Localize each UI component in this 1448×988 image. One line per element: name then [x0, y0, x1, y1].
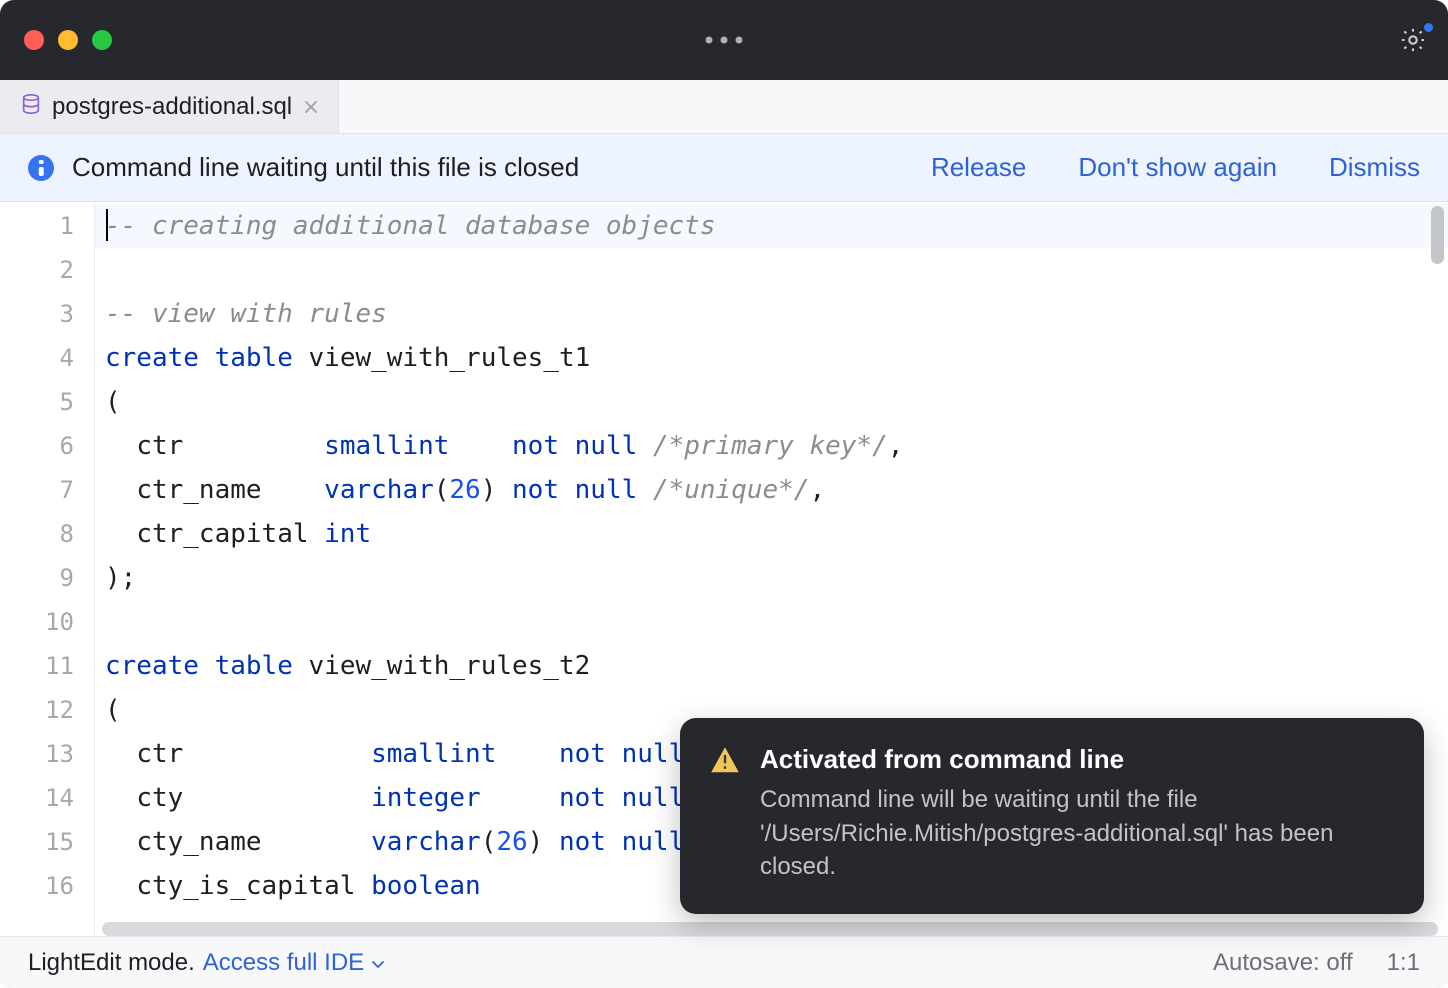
cursor-position[interactable]: 1:1: [1387, 949, 1420, 977]
code-line[interactable]: ctr smallint not null /*primary key*/,: [95, 424, 1448, 468]
line-number: 3: [0, 292, 94, 336]
line-number: 15: [0, 820, 94, 864]
tab-bar: postgres-additional.sql: [0, 80, 1448, 134]
settings-update-badge: [1422, 21, 1435, 34]
line-number: 11: [0, 644, 94, 688]
line-number: 7: [0, 468, 94, 512]
code-line[interactable]: -- creating additional database objects: [95, 204, 1448, 248]
banner-dismiss-link[interactable]: Dismiss: [1329, 152, 1420, 183]
toast-body: Command line will be waiting until the f…: [760, 783, 1394, 884]
warning-icon: [710, 746, 740, 772]
lightedit-mode-label: LightEdit mode.: [28, 949, 195, 977]
line-number: 1: [0, 204, 94, 248]
vertical-scrollbar[interactable]: [1431, 206, 1444, 264]
status-bar: LightEdit mode. Access full IDE Autosave…: [0, 936, 1448, 988]
close-window-button[interactable]: [24, 30, 44, 50]
code-line[interactable]: create table view_with_rules_t1: [95, 336, 1448, 380]
database-file-icon: [20, 92, 42, 121]
text-cursor: [106, 209, 108, 241]
code-line[interactable]: -- view with rules: [95, 292, 1448, 336]
banner-message: Command line waiting until this file is …: [72, 152, 579, 183]
autosave-status[interactable]: Autosave: off: [1213, 949, 1353, 977]
line-number: 12: [0, 688, 94, 732]
file-tab[interactable]: postgres-additional.sql: [0, 80, 339, 133]
tab-filename: postgres-additional.sql: [52, 93, 292, 121]
chevron-down-icon: [370, 956, 386, 972]
ellipsis-icon: [736, 37, 743, 44]
line-number: 9: [0, 556, 94, 600]
code-line[interactable]: [95, 600, 1448, 644]
code-line[interactable]: [95, 248, 1448, 292]
settings-button[interactable]: [1396, 23, 1430, 57]
code-line[interactable]: (: [95, 380, 1448, 424]
line-number: 8: [0, 512, 94, 556]
code-line[interactable]: ctr_capital int: [95, 512, 1448, 556]
banner-dont-show-link[interactable]: Don't show again: [1078, 152, 1277, 183]
ide-window: postgres-additional.sql Command line wai…: [0, 0, 1448, 988]
access-full-ide-text: Access full IDE: [203, 949, 364, 977]
code-line[interactable]: create table view_with_rules_t2: [95, 644, 1448, 688]
zoom-window-button[interactable]: [92, 30, 112, 50]
line-number: 2: [0, 248, 94, 292]
info-icon: [28, 155, 54, 181]
horizontal-scrollbar[interactable]: [102, 922, 1438, 936]
banner-release-link[interactable]: Release: [931, 152, 1026, 183]
line-number: 5: [0, 380, 94, 424]
close-tab-icon[interactable]: [302, 98, 320, 116]
line-number: 6: [0, 424, 94, 468]
access-full-ide-link[interactable]: Access full IDE: [203, 949, 386, 977]
window-controls: [18, 30, 112, 50]
line-number: 14: [0, 776, 94, 820]
title-bar: [0, 0, 1448, 80]
notification-toast: Activated from command line Command line…: [680, 718, 1424, 914]
notification-banner: Command line waiting until this file is …: [0, 134, 1448, 202]
minimize-window-button[interactable]: [58, 30, 78, 50]
code-line[interactable]: );: [95, 556, 1448, 600]
ellipsis-icon: [721, 37, 728, 44]
line-number: 13: [0, 732, 94, 776]
code-line[interactable]: ctr_name varchar(26) not null /*unique*/…: [95, 468, 1448, 512]
line-number: 10: [0, 600, 94, 644]
line-number-gutter: 12345678910111213141516: [0, 202, 94, 936]
toast-title: Activated from command line: [760, 744, 1394, 775]
ellipsis-icon: [706, 37, 713, 44]
titlebar-menu-button[interactable]: [706, 37, 743, 44]
line-number: 4: [0, 336, 94, 380]
line-number: 16: [0, 864, 94, 908]
